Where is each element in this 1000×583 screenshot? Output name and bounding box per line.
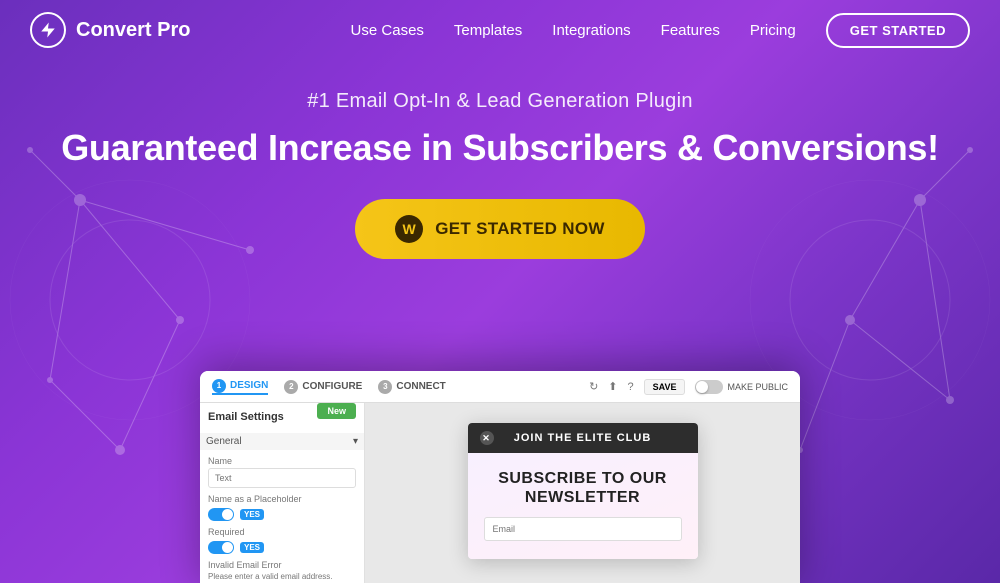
- logo[interactable]: Convert Pro: [30, 12, 190, 48]
- hero-content: #1 Email Opt-In & Lead Generation Plugin…: [61, 90, 939, 259]
- save-button[interactable]: SAVE: [644, 379, 686, 395]
- placeholder-toggle[interactable]: [208, 508, 234, 521]
- tab-connect[interactable]: 3 CONNECT: [378, 380, 445, 394]
- field-name-input[interactable]: [208, 468, 356, 488]
- tab-design[interactable]: 1 DESIGN: [212, 379, 268, 395]
- placeholder-toggle-row: YES: [208, 508, 356, 521]
- hero-cta-button[interactable]: W GET STARTED NOW: [355, 199, 644, 259]
- tab-design-num: 1: [212, 379, 226, 393]
- popup-preview: ✕ JOIN THE ELITE CLUB SUBSCRIBE TO OUR N…: [468, 423, 698, 559]
- tab-configure[interactable]: 2 CONFIGURE: [284, 380, 362, 394]
- required-toggle-row: YES: [208, 541, 356, 554]
- nav-pricing[interactable]: Pricing: [750, 22, 796, 39]
- hero-title: Guaranteed Increase in Subscribers & Con…: [61, 127, 939, 169]
- make-public-label: MAKE PUBLIC: [727, 382, 788, 392]
- preview-wrapper: 1 DESIGN 2 CONFIGURE 3 CONNECT ↻ ⬆ ? SAV…: [200, 371, 800, 583]
- required-toggle-label: YES: [240, 542, 264, 553]
- wordpress-icon: W: [395, 215, 423, 243]
- popup-header-text: JOIN THE ELITE CLUB: [514, 432, 652, 444]
- hero-subtitle: #1 Email Opt-In & Lead Generation Plugin: [61, 90, 939, 113]
- tab-connect-label: CONNECT: [396, 381, 445, 392]
- header: Convert Pro Use Cases Templates Integrat…: [0, 0, 1000, 60]
- placeholder-label: Name as a Placeholder: [208, 494, 356, 504]
- sidebar-title: Email Settings: [208, 411, 284, 423]
- editor-sidebar: Email Settings New General ▾ Name Name a…: [200, 403, 365, 583]
- required-toggle[interactable]: [208, 541, 234, 554]
- nav-integrations[interactable]: Integrations: [552, 22, 630, 39]
- popup-close-button[interactable]: ✕: [480, 431, 494, 445]
- tab-connect-num: 3: [378, 380, 392, 394]
- popup-email-input[interactable]: [484, 517, 682, 541]
- preview-window: 1 DESIGN 2 CONFIGURE 3 CONNECT ↻ ⬆ ? SAV…: [200, 371, 800, 583]
- tab-configure-label: CONFIGURE: [302, 381, 362, 392]
- hero-section: Convert Pro Use Cases Templates Integrat…: [0, 0, 1000, 583]
- error-label: Invalid Email Error: [208, 560, 356, 570]
- toolbar-icon-share[interactable]: ⬆: [608, 380, 617, 393]
- logo-icon: [30, 12, 66, 48]
- sidebar-add-button[interactable]: New: [317, 403, 356, 419]
- nav-templates[interactable]: Templates: [454, 22, 522, 39]
- section-general: General ▾: [200, 433, 364, 450]
- popup-title-line2: NEWSLETTER: [525, 489, 640, 506]
- tab-design-label: DESIGN: [230, 380, 268, 391]
- popup-header: ✕ JOIN THE ELITE CLUB: [468, 423, 698, 453]
- nav-use-cases[interactable]: Use Cases: [351, 22, 424, 39]
- toolbar-icon-refresh[interactable]: ↻: [589, 380, 598, 393]
- main-nav: Use Cases Templates Integrations Feature…: [351, 13, 970, 48]
- nav-features[interactable]: Features: [661, 22, 720, 39]
- error-text: Please enter a valid email address.: [208, 572, 356, 581]
- tab-configure-num: 2: [284, 380, 298, 394]
- popup-title-line1: SUBSCRIBE TO OUR: [498, 470, 667, 487]
- hero-cta-label: GET STARTED NOW: [435, 219, 604, 239]
- brand-name: Convert Pro: [76, 19, 190, 42]
- make-public-toggle[interactable]: MAKE PUBLIC: [695, 380, 788, 394]
- field-name-label: Name: [208, 456, 356, 466]
- toolbar-icon-question[interactable]: ?: [628, 381, 634, 393]
- toolbar-right: ↻ ⬆ ? SAVE MAKE PUBLIC: [589, 379, 788, 395]
- editor-canvas: ✕ JOIN THE ELITE CLUB SUBSCRIBE TO OUR N…: [365, 403, 800, 583]
- popup-title: SUBSCRIBE TO OUR NEWSLETTER: [484, 469, 682, 507]
- required-label: Required: [208, 527, 356, 537]
- editor-body: Email Settings New General ▾ Name Name a…: [200, 403, 800, 583]
- nav-cta-button[interactable]: GET STARTED: [826, 13, 970, 48]
- editor-toolbar: 1 DESIGN 2 CONFIGURE 3 CONNECT ↻ ⬆ ? SAV…: [200, 371, 800, 403]
- placeholder-toggle-label: YES: [240, 509, 264, 520]
- popup-body: SUBSCRIBE TO OUR NEWSLETTER: [468, 453, 698, 559]
